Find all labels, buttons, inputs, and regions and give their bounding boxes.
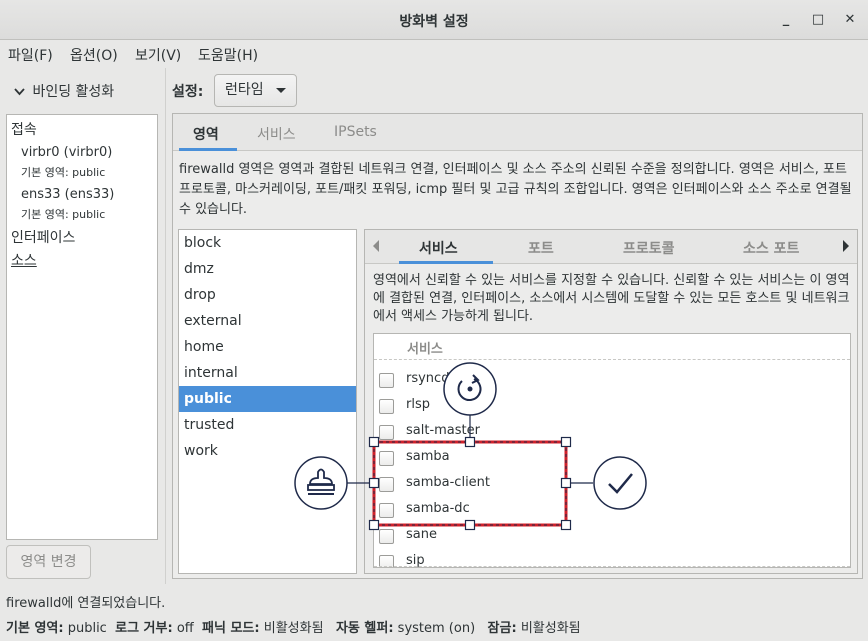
binding-toggle-label: 바인딩 활성화	[32, 84, 115, 100]
binding-toggle[interactable]: 바인딩 활성화	[14, 81, 114, 101]
zone-item[interactable]: trusted	[179, 412, 356, 438]
menu-bar: 파일(F) 옵션(O) 보기(V) 도움말(H)	[0, 40, 868, 68]
panic-mode-label: 패닉 모드:	[202, 621, 260, 636]
service-row[interactable]: samba	[374, 445, 850, 471]
service-checkbox[interactable]	[379, 477, 394, 492]
minimize-button[interactable]: _	[776, 10, 796, 30]
scroll-right-arrow-icon[interactable]	[843, 240, 849, 252]
auto-helper-label: 자동 헬퍼:	[335, 621, 394, 636]
service-name: samba-client	[406, 475, 491, 490]
zone-item-selected[interactable]: public	[179, 386, 356, 412]
tab-zone-services[interactable]: 서비스	[419, 238, 458, 258]
config-dropdown-value: 런타임	[225, 82, 264, 98]
connection-name[interactable]: ens33 (ens33)	[21, 187, 114, 202]
zone-settings-notebook: 서비스 포트 프로토콜 소스 포트 영역에서 신뢰할 수 있는 서비스를 지정할…	[364, 229, 858, 574]
service-row[interactable]: rlsp	[374, 393, 850, 419]
zone-item[interactable]: home	[179, 334, 356, 360]
services-description: 영역에서 신뢰할 수 있는 서비스를 지정할 수 있습니다. 신뢰할 수 있는 …	[373, 273, 850, 324]
inner-tab-active-indicator	[399, 261, 493, 264]
menu-options[interactable]: 옵션(O)	[70, 45, 118, 65]
window-title: 방화벽 설정	[399, 14, 469, 30]
zones-description: firewalld 영역은 영역과 결합된 네트워크 연결, 인터페이스 및 소…	[179, 162, 852, 217]
config-label: 설정:	[172, 84, 204, 100]
main-tab-row: 영역 서비스 IPSets	[173, 114, 862, 151]
tab-zone-protocols[interactable]: 프로토콜	[623, 238, 675, 258]
service-checkbox[interactable]	[379, 451, 394, 466]
connections-heading[interactable]: 접속	[11, 119, 37, 139]
service-name: rsyncd	[406, 371, 450, 386]
chevron-down-icon	[14, 85, 28, 99]
tab-zone-ports[interactable]: 포트	[528, 238, 554, 258]
log-denied-value: off	[176, 621, 194, 636]
close-button[interactable]: ✕	[840, 10, 860, 30]
tab-zone-source-ports[interactable]: 소스 포트	[743, 238, 799, 258]
service-name: salt-master	[406, 423, 480, 438]
menu-help[interactable]: 도움말(H)	[198, 45, 258, 65]
service-checkbox[interactable]	[379, 425, 394, 440]
zone-item[interactable]: internal	[179, 360, 356, 386]
service-name: samba-dc	[406, 501, 470, 516]
default-zone-label: 기본 영역:	[6, 621, 64, 636]
connection-name[interactable]: virbr0 (virbr0)	[21, 145, 112, 160]
service-checkbox[interactable]	[379, 373, 394, 388]
maximize-button[interactable]: □	[808, 10, 828, 30]
service-row[interactable]: rsyncd	[374, 367, 850, 393]
log-denied-label: 로그 거부:	[115, 621, 173, 636]
service-checkbox[interactable]	[379, 503, 394, 518]
zone-list: block dmz drop external home internal pu…	[178, 229, 357, 574]
tab-ipsets[interactable]: IPSets	[334, 124, 377, 140]
bindings-list: 접속 virbr0 (virbr0) 기본 영역: public ens33 (…	[6, 114, 158, 540]
list-divider	[374, 566, 850, 567]
panic-mode-value: 비활성화됨	[263, 621, 324, 636]
service-checkbox[interactable]	[379, 529, 394, 544]
tab-active-indicator	[179, 148, 237, 151]
connection-zone: 기본 영역: public	[21, 208, 106, 221]
title-bar: 방화벽 설정 _ □ ✕	[0, 0, 868, 40]
main-notebook: 영역 서비스 IPSets firewalld 영역은 영역과 결합된 네트워크…	[172, 113, 863, 579]
scroll-left-arrow-icon[interactable]	[373, 240, 379, 252]
zone-item[interactable]: block	[179, 230, 356, 256]
service-row[interactable]: salt-master	[374, 419, 850, 445]
zone-item[interactable]: dmz	[179, 256, 356, 282]
zone-item[interactable]: work	[179, 438, 356, 464]
service-name: sane	[406, 527, 437, 542]
zone-settings-tab-row: 서비스 포트 프로토콜 소스 포트	[365, 230, 857, 264]
tab-zones[interactable]: 영역	[193, 124, 219, 144]
config-dropdown[interactable]: 런타임	[214, 74, 297, 107]
zone-item[interactable]: external	[179, 308, 356, 334]
services-list: 서비스 rsyncd rlsp salt-master samba samba-…	[373, 333, 851, 568]
menu-file[interactable]: 파일(F)	[8, 45, 53, 65]
dropdown-arrow-icon	[276, 88, 286, 93]
bindings-panel: 바인딩 활성화 접속 virbr0 (virbr0) 기본 영역: public…	[0, 68, 165, 584]
panel-splitter[interactable]	[165, 68, 166, 584]
service-row[interactable]: sane	[374, 523, 850, 549]
service-name: samba	[406, 449, 450, 464]
default-zone-value: public	[67, 621, 107, 636]
lockdown-label: 잠금:	[487, 621, 517, 636]
sources-heading[interactable]: 소스	[11, 250, 37, 270]
service-checkbox[interactable]	[379, 399, 394, 414]
service-name: rlsp	[406, 397, 430, 412]
interfaces-heading[interactable]: 인터페이스	[11, 227, 75, 247]
service-row[interactable]: samba-dc	[374, 497, 850, 523]
connection-status: firewalld에 연결되었습니다.	[6, 596, 166, 611]
change-zone-button[interactable]: 영역 변경	[6, 545, 91, 579]
services-column-label: 서비스	[407, 342, 443, 357]
auto-helper-value: system (on)	[397, 621, 476, 636]
zone-item[interactable]: drop	[179, 282, 356, 308]
services-column-header[interactable]: 서비스	[374, 334, 850, 360]
tab-services[interactable]: 서비스	[257, 124, 296, 144]
connection-zone: 기본 영역: public	[21, 166, 106, 179]
menu-view[interactable]: 보기(V)	[135, 45, 181, 65]
service-row[interactable]: samba-client	[374, 471, 850, 497]
firewall-status-bar: 기본 영역: public 로그 거부: off 패닉 모드: 비활성화됨 자동…	[6, 617, 581, 636]
lockdown-value: 비활성화됨	[520, 621, 581, 636]
